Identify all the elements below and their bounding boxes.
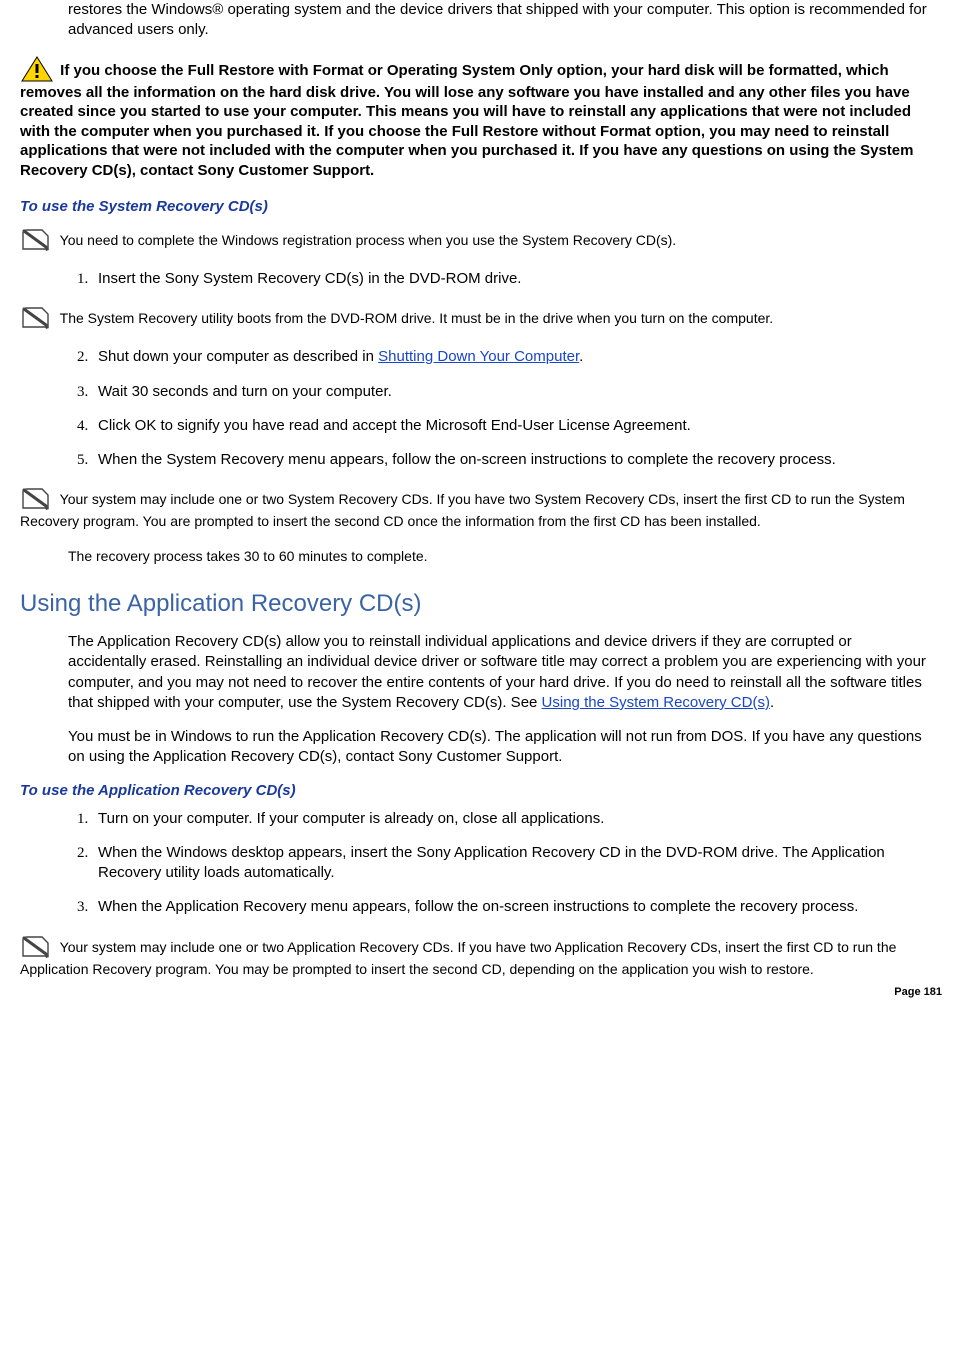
sys-recovery-step-5: When the System Recovery menu appears, f… bbox=[92, 450, 934, 470]
app-recovery-heading: Using the Application Recovery CD(s) bbox=[20, 590, 934, 618]
pencil-icon bbox=[20, 303, 54, 331]
pencil-icon bbox=[20, 484, 54, 512]
sys-recovery-note-4: The recovery process takes 30 to 60 minu… bbox=[20, 547, 934, 566]
app-recovery-para-2: You must be in Windows to run the Applic… bbox=[20, 727, 934, 768]
sys-recovery-subhead: To use the System Recovery CD(s) bbox=[20, 198, 934, 215]
note-text: Your system may include one or two Syste… bbox=[20, 491, 905, 529]
app-recovery-step-1: Turn on your computer. If your computer … bbox=[92, 809, 934, 829]
note-text: The System Recovery utility boots from t… bbox=[60, 310, 774, 326]
app-recovery-note: Your system may include one or two Appli… bbox=[20, 932, 934, 979]
app-recovery-step-2: When the Windows desktop appears, insert… bbox=[92, 843, 934, 884]
sys-recovery-step-3: Wait 30 seconds and turn on your compute… bbox=[92, 382, 934, 402]
note-text: You need to complete the Windows registr… bbox=[60, 232, 677, 248]
warning-icon bbox=[20, 55, 54, 83]
sys-recovery-note-3: Your system may include one or two Syste… bbox=[20, 484, 934, 531]
app-recovery-step-3: When the Application Recovery menu appea… bbox=[92, 897, 934, 917]
note-text: Your system may include one or two Appli… bbox=[20, 939, 896, 977]
app-recovery-subhead: To use the Application Recovery CD(s) bbox=[20, 782, 934, 799]
sys-recovery-step-4: Click OK to signify you have read and ac… bbox=[92, 416, 934, 436]
sys-recovery-step-2: Shut down your computer as described in … bbox=[92, 347, 934, 367]
sys-recovery-link[interactable]: Using the System Recovery CD(s) bbox=[542, 694, 770, 711]
sys-recovery-note-2: The System Recovery utility boots from t… bbox=[20, 303, 934, 331]
intro-paragraph: restores the Windows® operating system a… bbox=[20, 0, 934, 41]
page-number: Page 181 bbox=[894, 986, 942, 998]
pencil-icon bbox=[20, 225, 54, 253]
warning-block: If you choose the Full Restore with Form… bbox=[20, 55, 934, 181]
shutdown-link[interactable]: Shutting Down Your Computer bbox=[378, 348, 579, 365]
warning-text: If you choose the Full Restore with Form… bbox=[20, 62, 913, 179]
sys-recovery-step-1: Insert the Sony System Recovery CD(s) in… bbox=[92, 269, 934, 289]
sys-recovery-note-1: You need to complete the Windows registr… bbox=[20, 225, 934, 253]
app-recovery-para-1: The Application Recovery CD(s) allow you… bbox=[20, 632, 934, 713]
pencil-icon bbox=[20, 932, 54, 960]
